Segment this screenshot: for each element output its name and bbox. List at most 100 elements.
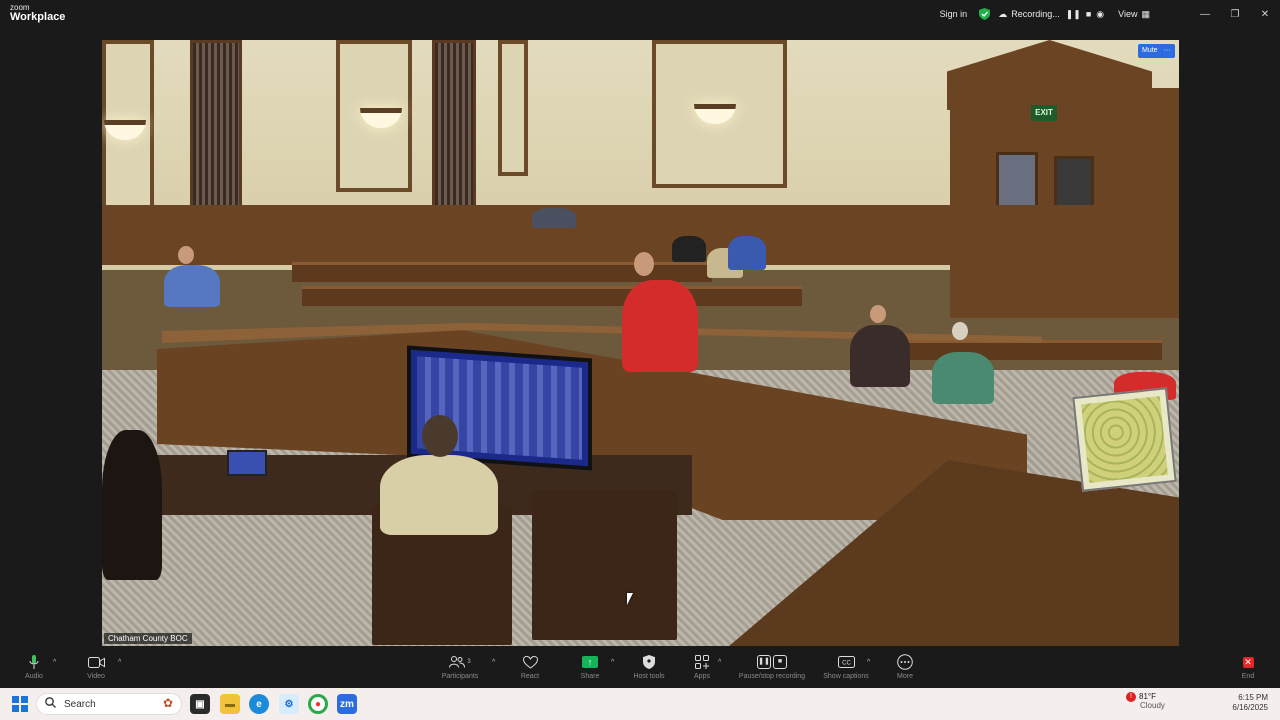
audio-options-chevron-icon[interactable]: ^	[53, 659, 56, 666]
recording-target-icon[interactable]: ◉	[1096, 9, 1104, 20]
pew	[302, 286, 802, 306]
search-highlight-icon: ✿	[162, 696, 173, 710]
video-options-chevron-icon[interactable]: ^	[118, 659, 121, 666]
person	[672, 236, 706, 262]
video-feed[interactable]: EXIT Mute ··· Chatham County BOC	[102, 40, 1179, 646]
clock-time: 6:15 PM	[1238, 693, 1268, 702]
end-x-icon: ✕	[1242, 656, 1254, 668]
chrome-browser-icon[interactable]: ●	[308, 694, 328, 714]
shield-icon	[643, 654, 655, 670]
courtroom-window	[190, 40, 242, 228]
zoom-logo: zoom Workplace	[10, 4, 65, 23]
pause-stop-recording-button[interactable]: ❚❚ ■ Pause/stop recording	[735, 654, 809, 680]
share-options-chevron-icon[interactable]: ^	[611, 659, 614, 666]
host-tools-label: Host tools	[633, 673, 665, 680]
view-label: View	[1118, 9, 1138, 19]
windows-start-icon[interactable]	[12, 696, 28, 712]
svg-text:CC: CC	[842, 661, 851, 667]
recording-label: Recording...	[1011, 9, 1060, 19]
windows-taskbar: Search ✿ ▣ ▬ e ⚙ ● zm ! 81°F Cloudy 6:15 …	[0, 688, 1280, 720]
react-label: React	[520, 673, 540, 680]
system-clock[interactable]: 6:15 PM 6/16/2025	[1232, 693, 1268, 712]
person	[532, 208, 576, 228]
participants-options-chevron-icon[interactable]: ^	[492, 659, 495, 666]
weather-widget[interactable]: ! 81°F Cloudy	[1126, 692, 1165, 711]
file-explorer-icon[interactable]: ▬	[220, 694, 240, 714]
title-bar: zoom Workplace Sign in ☁ Recording... ❚❚…	[0, 0, 1280, 28]
task-view-icon[interactable]: ▣	[190, 694, 210, 714]
weather-alert-icon: !	[1126, 692, 1136, 702]
microphone-icon	[29, 654, 39, 670]
title-bar-controls: Sign in ☁ Recording... ❚❚ ■ ◉ View ▦ — ❐…	[940, 0, 1280, 28]
zoom-window: zoom Workplace Sign in ☁ Recording... ❚❚…	[0, 0, 1280, 688]
zoom-app-icon[interactable]: zm	[337, 694, 357, 714]
person-head	[422, 415, 458, 457]
search-icon	[45, 697, 56, 711]
bench-counter-top	[162, 323, 1042, 343]
weather-desc: Cloudy	[1140, 701, 1165, 710]
pause-icon: ❚❚	[757, 655, 771, 669]
close-window-button[interactable]: ✕	[1250, 9, 1280, 20]
share-label: Share	[580, 673, 600, 680]
clock-date: 6/16/2025	[1232, 702, 1268, 712]
county-map-poster	[1072, 387, 1177, 492]
edge-browser-icon[interactable]: e	[249, 694, 269, 714]
mouse-cursor-icon	[627, 593, 633, 605]
audio-button[interactable]: Audio	[6, 654, 62, 680]
captions-icon: CC	[837, 654, 855, 670]
share-arrow-icon: ↑	[582, 656, 598, 668]
cloud-icon: ☁	[998, 8, 1008, 19]
more-dots-icon	[897, 654, 913, 670]
mute-participant-button[interactable]: Mute ···	[1138, 44, 1175, 58]
person-head	[634, 252, 654, 276]
laptop	[227, 450, 267, 476]
restore-button[interactable]: ❐	[1220, 9, 1250, 20]
video-button[interactable]: Video	[68, 654, 124, 680]
stop-recording-icon[interactable]: ■	[1086, 9, 1091, 20]
participant-name-tag: Chatham County BOC	[104, 633, 192, 644]
view-button[interactable]: View ▦	[1118, 9, 1150, 20]
person-head	[178, 246, 194, 264]
react-button[interactable]: React	[502, 654, 558, 680]
person	[728, 236, 766, 270]
exit-sign: EXIT	[1031, 105, 1057, 121]
person	[932, 352, 994, 404]
person	[622, 280, 698, 372]
end-meeting-button[interactable]: ✕ End	[1220, 654, 1276, 680]
grid-icon: ▦	[1141, 8, 1150, 19]
person	[164, 265, 220, 307]
search-placeholder: Search	[64, 698, 96, 710]
person	[380, 455, 498, 535]
recording-indicator[interactable]: ☁ Recording...	[998, 9, 1060, 20]
apps-label: Apps	[694, 673, 710, 680]
more-button[interactable]: More	[877, 654, 933, 680]
participants-button[interactable]: 3 Participants	[432, 654, 488, 680]
network-app-icon[interactable]: ⚙	[279, 694, 299, 714]
captions-options-chevron-icon[interactable]: ^	[867, 659, 870, 666]
taskbar-search-box[interactable]: Search ✿	[36, 693, 182, 715]
end-label: End	[1241, 673, 1255, 680]
person	[102, 430, 162, 580]
show-captions-button[interactable]: CC Show captions	[818, 654, 874, 680]
sign-in-link[interactable]: Sign in	[940, 9, 968, 19]
minimize-button[interactable]: —	[1190, 9, 1220, 20]
host-tools-button[interactable]: Host tools	[621, 654, 677, 680]
more-options-icon[interactable]: ···	[1164, 44, 1171, 58]
share-button[interactable]: ↑ Share	[562, 654, 618, 680]
audio-label: Audio	[25, 673, 43, 680]
pause-recording-icon[interactable]: ❚❚	[1066, 9, 1081, 20]
apps-grid-icon	[695, 654, 709, 670]
participants-count: 3	[467, 659, 471, 665]
mute-label: Mute	[1142, 47, 1158, 54]
participants-label: Participants	[441, 673, 479, 680]
participants-icon: 3	[449, 654, 471, 670]
recording-controls: ❚❚ ■ ◉	[1066, 9, 1104, 20]
apps-options-chevron-icon[interactable]: ^	[718, 659, 721, 666]
apps-button[interactable]: Apps	[674, 654, 730, 680]
chair	[532, 490, 677, 640]
person-head	[870, 305, 886, 323]
show-captions-label: Show captions	[823, 673, 869, 680]
brand-line2: Workplace	[10, 11, 66, 23]
pause-stop-recording-label: Pause/stop recording	[738, 673, 806, 680]
encryption-shield-icon[interactable]	[979, 8, 991, 20]
